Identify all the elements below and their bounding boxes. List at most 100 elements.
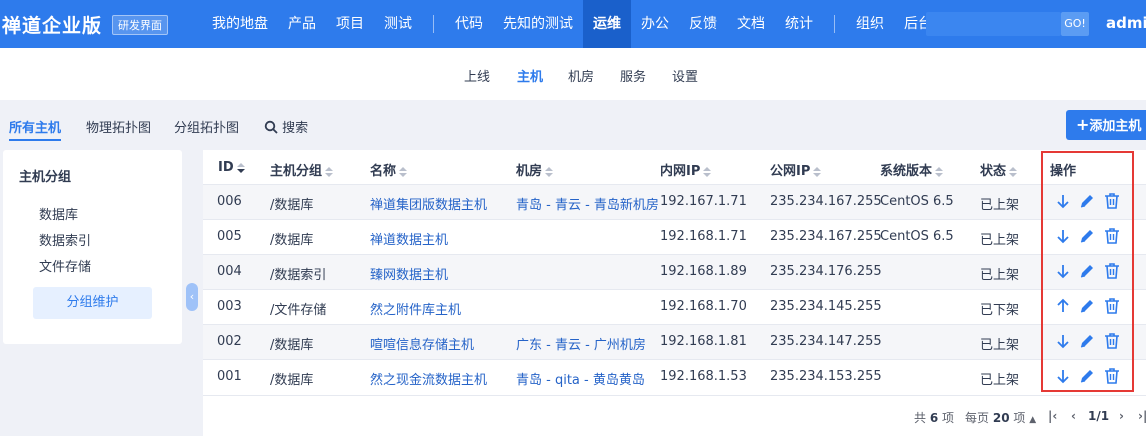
search-label: 搜索 xyxy=(282,121,309,136)
cell-group: /数据库 xyxy=(270,373,314,388)
delete-trash-icon[interactable] xyxy=(1103,332,1121,350)
cell-intranet-ip: 192.167.1.71 xyxy=(660,194,747,209)
edit-pencil-icon[interactable] xyxy=(1078,262,1096,280)
nav-org[interactable]: 组织 xyxy=(846,0,894,48)
cell-group: /数据库 xyxy=(270,338,314,353)
cell-room[interactable]: 青岛 - qita - 黄岛黄岛 xyxy=(516,369,645,388)
table-row[interactable]: 001/数据库 然之现金流数据主机 青岛 - qita - 黄岛黄岛 192.168.… xyxy=(203,359,1146,394)
col-group[interactable]: 主机分组 xyxy=(270,160,334,179)
nav-test[interactable]: 测试 xyxy=(374,0,422,48)
cell-name[interactable]: 然之现金流数据主机 xyxy=(370,369,487,388)
edit-pencil-icon[interactable] xyxy=(1078,332,1096,350)
offline-arrow-down-icon[interactable] xyxy=(1054,367,1072,385)
cell-status: 已上架 xyxy=(980,268,1020,283)
table-row[interactable]: 005/数据库 禅道数据主机 192.168.1.71 235.234.167.255… xyxy=(203,219,1146,254)
tab-physical-topology[interactable]: 物理拓扑图 xyxy=(86,117,151,136)
cell-status: 已上架 xyxy=(980,233,1020,248)
offline-arrow-down-icon[interactable] xyxy=(1054,262,1072,280)
group-sidebar: 主机分组 数据库 数据索引 文件存储 分组维护 xyxy=(3,150,182,344)
col-room[interactable]: 机房 xyxy=(516,160,554,179)
col-public-ip[interactable]: 公网IP xyxy=(770,160,822,179)
cell-room[interactable]: 青岛 - 青云 - 青岛新机房 xyxy=(516,194,659,213)
add-host-label: 添加主机 xyxy=(1089,119,1142,134)
tab-group-topology[interactable]: 分组拓扑图 xyxy=(174,117,239,136)
cell-os: CentOS 6.5 xyxy=(880,229,954,244)
sidebar-item-database[interactable]: 数据库 xyxy=(39,204,78,223)
nav-office[interactable]: 办公 xyxy=(631,0,679,48)
nav-project[interactable]: 项目 xyxy=(326,0,374,48)
next-page-button[interactable]: › xyxy=(1119,409,1124,423)
online-arrow-up-icon[interactable] xyxy=(1054,297,1072,315)
nav-doc[interactable]: 文档 xyxy=(727,0,775,48)
delete-trash-icon[interactable] xyxy=(1103,262,1121,280)
last-page-button[interactable]: ›| xyxy=(1138,409,1146,423)
subnav-serverroom[interactable]: 机房 xyxy=(568,66,594,85)
first-page-button[interactable]: |‹ xyxy=(1048,409,1057,423)
nav-product[interactable]: 产品 xyxy=(278,0,326,48)
col-intranet-ip[interactable]: 内网IP xyxy=(660,160,712,179)
subnav-settings[interactable]: 设置 xyxy=(672,66,698,85)
brand-title[interactable]: 禅道企业版 xyxy=(2,11,102,38)
cell-id: 003 xyxy=(217,299,242,314)
col-name[interactable]: 名称 xyxy=(370,160,408,179)
manage-groups-button[interactable]: 分组维护 xyxy=(33,287,152,319)
search-toggle[interactable]: 搜索 xyxy=(264,117,308,136)
collapse-sidebar-button[interactable]: ‹ xyxy=(186,283,198,311)
delete-trash-icon[interactable] xyxy=(1103,227,1121,245)
delete-trash-icon[interactable] xyxy=(1103,367,1121,385)
edition-badge[interactable]: 研发界面 xyxy=(112,15,168,35)
global-search-input[interactable] xyxy=(926,12,1061,36)
table-row[interactable]: 004/数据索引 臻网数据主机 192.168.1.89 235.234.176.25… xyxy=(203,254,1146,289)
table-row[interactable]: 002/数据库 喧喧信息存储主机 广东 - 青云 - 广州机房 192.168.1.8… xyxy=(203,324,1146,359)
pager-per-page[interactable]: 每页 20 项 ▲ xyxy=(965,409,1036,426)
cell-public-ip: 235.234.145.255 xyxy=(770,299,882,314)
nav-code[interactable]: 代码 xyxy=(445,0,493,48)
col-os[interactable]: 系统版本 xyxy=(880,160,944,179)
prev-page-button[interactable]: ‹ xyxy=(1071,409,1076,423)
edit-pencil-icon[interactable] xyxy=(1078,367,1096,385)
table-row[interactable]: 003/文件存储 然之附件库主机 192.168.1.70 235.234.145.2… xyxy=(203,289,1146,324)
search-icon xyxy=(264,120,278,134)
nav-stat[interactable]: 统计 xyxy=(775,0,823,48)
cell-room[interactable]: 广东 - 青云 - 广州机房 xyxy=(516,334,646,353)
col-status[interactable]: 状态 xyxy=(980,160,1018,179)
sidebar-item-index[interactable]: 数据索引 xyxy=(39,230,91,249)
col-id[interactable]: ID xyxy=(218,160,245,175)
sort-icon xyxy=(703,166,712,177)
nav-custom-test[interactable]: 先知的测试 xyxy=(493,0,583,48)
offline-arrow-down-icon[interactable] xyxy=(1054,332,1072,350)
cell-name[interactable]: 禅道数据主机 xyxy=(370,229,448,248)
delete-trash-icon[interactable] xyxy=(1103,192,1121,210)
subnav-deploy[interactable]: 上线 xyxy=(464,66,490,85)
cell-group: /文件存储 xyxy=(270,303,327,318)
subnav-host[interactable]: 主机 xyxy=(517,66,543,85)
edit-pencil-icon[interactable] xyxy=(1078,297,1096,315)
cell-id: 002 xyxy=(217,334,242,349)
offline-arrow-down-icon[interactable] xyxy=(1054,227,1072,245)
pager-total: 共 6 项 xyxy=(914,411,955,425)
tab-all-hosts[interactable]: 所有主机 xyxy=(9,117,62,141)
cell-id: 004 xyxy=(217,264,242,279)
nav-feedback[interactable]: 反馈 xyxy=(679,0,727,48)
cell-name[interactable]: 臻网数据主机 xyxy=(370,264,448,283)
offline-arrow-down-icon[interactable] xyxy=(1054,192,1072,210)
cell-name[interactable]: 禅道集团版数据主机 xyxy=(370,194,487,213)
cell-id: 001 xyxy=(217,369,242,384)
edit-pencil-icon[interactable] xyxy=(1078,227,1096,245)
add-host-button[interactable]: +添加主机 xyxy=(1066,110,1146,140)
nav-my[interactable]: 我的地盘 xyxy=(202,0,278,48)
plus-icon: + xyxy=(1076,115,1090,134)
search-go-button[interactable]: GO! xyxy=(1061,12,1089,36)
subnav-service[interactable]: 服务 xyxy=(620,66,646,85)
delete-trash-icon[interactable] xyxy=(1103,297,1121,315)
table-row[interactable]: 006/数据库 禅道集团版数据主机 青岛 - 青云 - 青岛新机房 192.167.1… xyxy=(203,184,1146,219)
cell-public-ip: 235.234.153.255 xyxy=(770,369,882,384)
cell-name[interactable]: 然之附件库主机 xyxy=(370,299,461,318)
edit-pencil-icon[interactable] xyxy=(1078,192,1096,210)
user-menu[interactable]: admin xyxy=(1106,14,1146,32)
pager: 共 6 项 每页 20 项 ▲ |‹ ‹ 1/1 › ›| xyxy=(203,395,1146,436)
nav-ops[interactable]: 运维 xyxy=(583,0,631,48)
cell-os: CentOS 6.5 xyxy=(880,194,954,209)
sidebar-item-storage[interactable]: 文件存储 xyxy=(39,256,91,275)
cell-name[interactable]: 喧喧信息存储主机 xyxy=(370,334,474,353)
